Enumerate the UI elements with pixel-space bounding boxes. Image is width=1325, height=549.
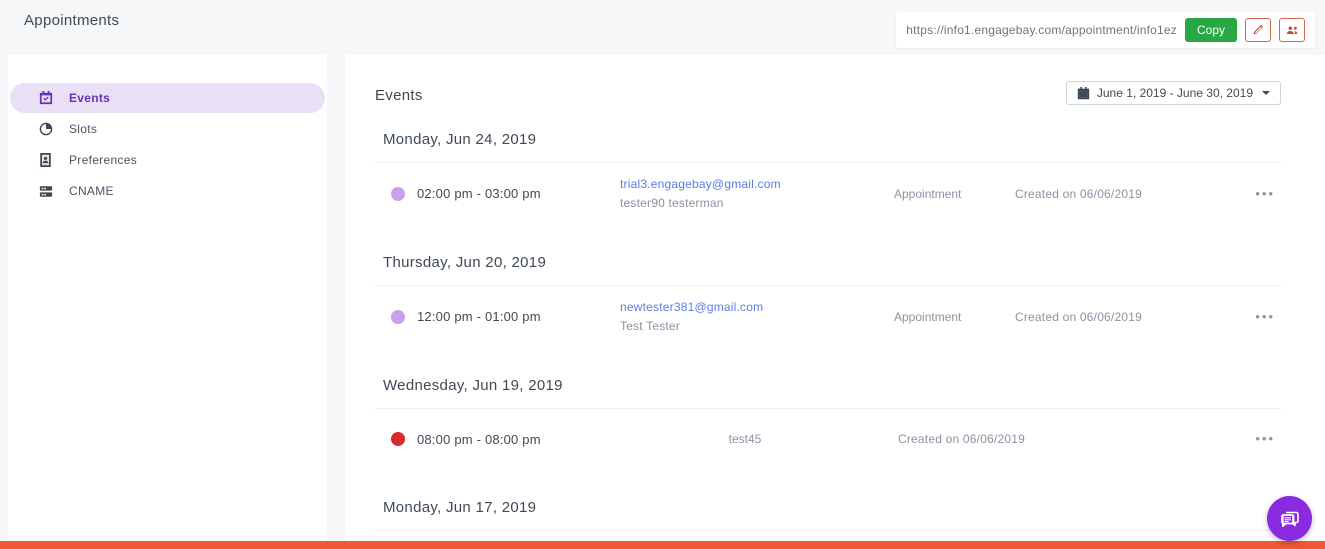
row-actions-menu-icon[interactable]: ••• <box>1255 431 1275 446</box>
event-group: Thursday, Jun 20, 2019 12:00 pm - 01:00 p… <box>375 246 1281 343</box>
edit-button[interactable] <box>1245 18 1271 42</box>
event-color-dot <box>391 186 405 201</box>
event-created: Created on 06/06/2019 <box>898 432 1025 446</box>
main-header: Events June 1, 2019 - June 30, 2019 <box>375 81 1281 105</box>
pencil-icon <box>1253 24 1264 35</box>
event-row: 02:00 pm - 03:00 pm trial3.engagebay@gmai… <box>375 163 1281 220</box>
event-contact-cell: trial3.engagebay@gmail.com tester90 teste… <box>620 177 870 210</box>
event-time-cell: 12:00 pm - 01:00 pm <box>375 309 620 324</box>
group-date-header: Monday, Jun 24, 2019 <box>375 123 1281 163</box>
event-type: Appointment <box>894 186 962 201</box>
event-group: Monday, Jun 24, 2019 02:00 pm - 03:00 pm t… <box>375 123 1281 220</box>
row-actions-menu-icon[interactable]: ••• <box>1255 186 1275 201</box>
chat-bubbles-icon <box>1280 511 1299 527</box>
sidebar-item-label: CNAME <box>69 184 114 198</box>
bottom-accent-bar <box>0 541 1325 549</box>
users-icon <box>1286 26 1297 34</box>
content-layout: Events Slots Preferences CNAME Events June … <box>0 55 1325 549</box>
page-title: Appointments <box>24 12 120 29</box>
event-time-cell: 02:00 pm - 03:00 pm <box>375 186 620 201</box>
event-color-dot <box>391 432 405 446</box>
event-created: Created on 06/06/2019 <box>1015 309 1142 324</box>
share-url-box: https://info1.engagebay.com/appointment/… <box>896 12 1315 48</box>
event-title: test45 <box>728 432 762 446</box>
event-menu-cell: ••• <box>1225 185 1281 203</box>
sidebar: Events Slots Preferences CNAME <box>8 55 327 549</box>
share-url-text: https://info1.engagebay.com/appointment/… <box>906 23 1177 37</box>
event-menu-cell: ••• <box>1225 308 1281 326</box>
chat-widget-button[interactable] <box>1267 496 1312 541</box>
users-button[interactable] <box>1279 18 1305 42</box>
date-range-label: June 1, 2019 - June 30, 2019 <box>1096 86 1253 100</box>
chevron-down-icon <box>1262 91 1270 95</box>
contact-email-link[interactable]: newtester381@gmail.com <box>620 300 870 314</box>
group-date-header: Monday, Jun 17, 2019 <box>375 491 1281 531</box>
sidebar-item-label: Events <box>69 91 111 105</box>
sidebar-item-slots[interactable]: Slots <box>10 114 325 144</box>
event-type: Appointment <box>894 309 962 324</box>
event-group: Wednesday, Jun 19, 2019 08:00 pm - 08:00 … <box>375 369 1281 465</box>
event-color-dot <box>391 309 405 324</box>
sidebar-item-cname[interactable]: CNAME <box>10 176 325 206</box>
group-date-header: Thursday, Jun 20, 2019 <box>375 246 1281 286</box>
sidebar-item-events[interactable]: Events <box>10 83 325 113</box>
sidebar-item-label: Slots <box>69 122 98 136</box>
event-contact-cell: newtester381@gmail.com Test Tester <box>620 300 870 333</box>
events-heading: Events <box>375 87 423 104</box>
event-row: 12:00 pm - 01:00 pm newtester381@gmail.co… <box>375 286 1281 343</box>
contact-name: tester90 testerman <box>620 196 724 210</box>
sidebar-item-label: Preferences <box>69 153 137 167</box>
group-date-header: Wednesday, Jun 19, 2019 <box>375 369 1281 409</box>
contact-email-link[interactable]: trial3.engagebay@gmail.com <box>620 177 870 191</box>
event-time-cell: 08:00 pm - 08:00 pm <box>375 432 620 447</box>
calendar-check-icon <box>38 91 53 106</box>
event-time-range: 08:00 pm - 08:00 pm <box>417 431 541 447</box>
id-badge-icon <box>38 153 53 168</box>
date-range-filter[interactable]: June 1, 2019 - June 30, 2019 <box>1065 81 1281 105</box>
event-menu-cell: ••• <box>1225 430 1281 448</box>
time-slot-icon <box>38 122 53 137</box>
calendar-icon <box>1077 86 1090 99</box>
event-created: Created on 06/06/2019 <box>1015 186 1142 201</box>
sidebar-item-preferences[interactable]: Preferences <box>10 145 325 175</box>
event-time-range: 12:00 pm - 01:00 pm <box>417 309 541 324</box>
row-actions-menu-icon[interactable]: ••• <box>1255 309 1275 324</box>
copy-url-button[interactable]: Copy <box>1184 18 1237 42</box>
events-list: Monday, Jun 24, 2019 02:00 pm - 03:00 pm t… <box>375 123 1281 549</box>
top-bar: Appointments https://info1.engagebay.com… <box>0 0 1325 55</box>
event-time-range: 02:00 pm - 03:00 pm <box>417 186 541 201</box>
server-icon <box>38 184 53 199</box>
sidebar-nav: Events Slots Preferences CNAME <box>8 83 327 206</box>
event-row: 08:00 pm - 08:00 pm test45 Created on 06/0… <box>375 409 1281 465</box>
contact-name: Test Tester <box>620 319 681 333</box>
main-panel: Events June 1, 2019 - June 30, 2019 Mond… <box>345 55 1325 549</box>
